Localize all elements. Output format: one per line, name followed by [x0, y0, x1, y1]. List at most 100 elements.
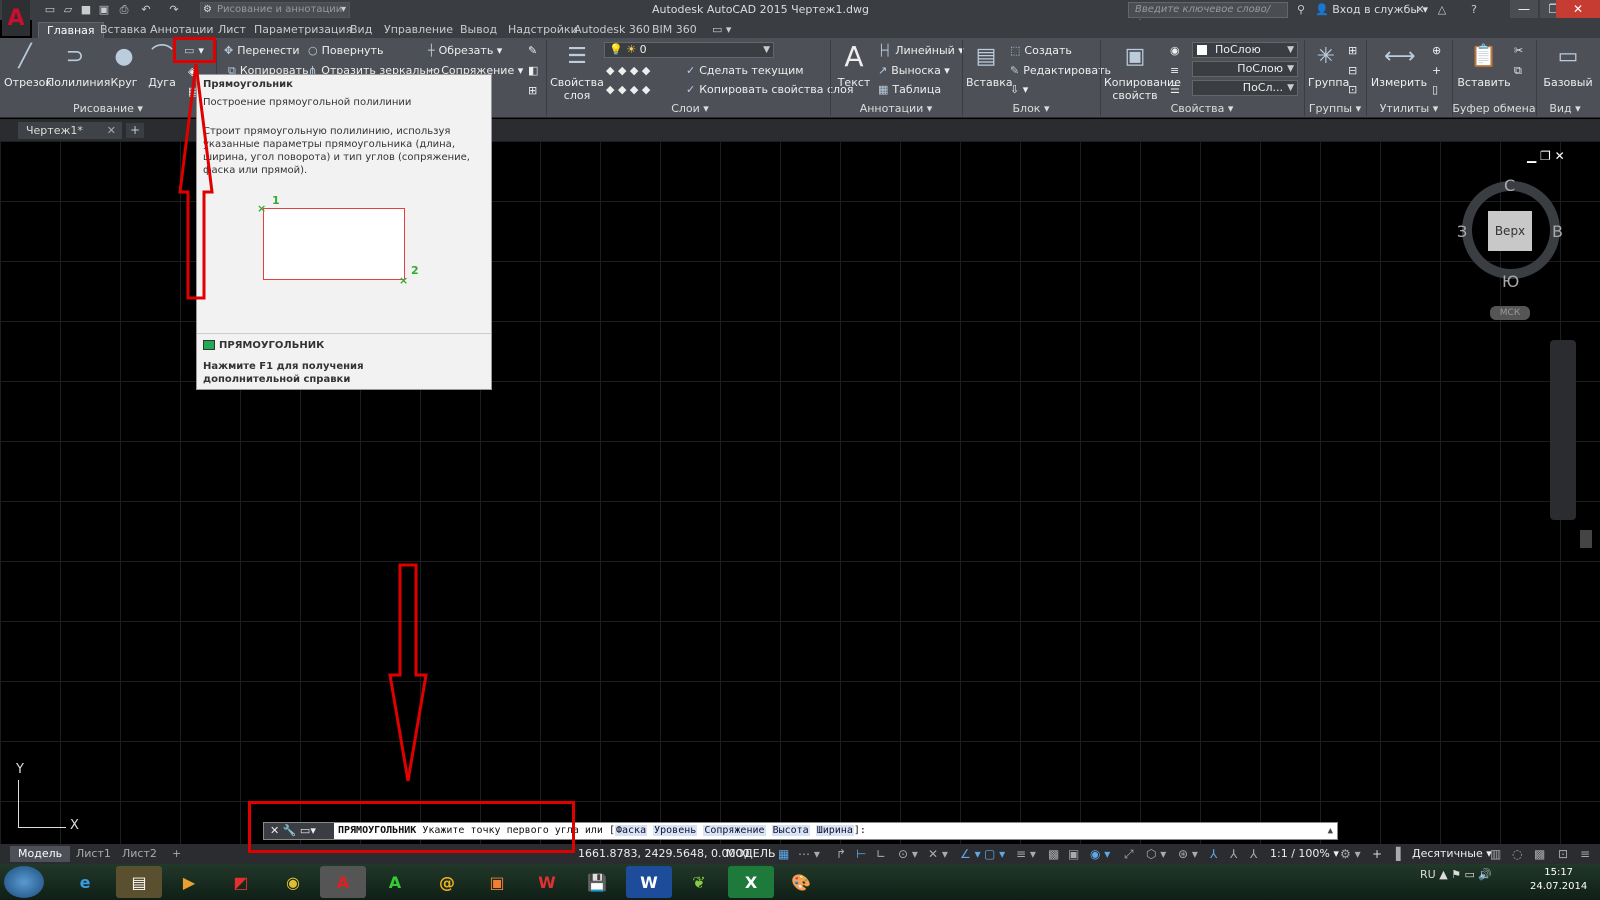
media-player-icon[interactable]: ▶ [166, 866, 212, 898]
lineweight-toggle-icon[interactable]: ≡ ▾ [1016, 847, 1036, 861]
open-file-icon[interactable]: ▱ [60, 2, 76, 18]
linear-dim-button[interactable]: ├┤ Линейный ▾ [878, 43, 964, 59]
ribbon-display-toggle[interactable]: ▭ ▾ [704, 22, 739, 38]
viewcube-west[interactable]: З [1457, 222, 1467, 241]
coordinates-readout[interactable]: 1661.8783, 2429.5648, 0.0000 [578, 847, 749, 860]
redo-icon[interactable]: ↷ [166, 2, 182, 18]
close-button[interactable]: ✕ [1556, 0, 1600, 18]
snap-icon[interactable]: ⋯ ▾ [798, 847, 820, 861]
group-button[interactable]: ✳ Группа [1308, 42, 1349, 89]
close-icon[interactable]: ✕ [107, 122, 116, 139]
trim-button[interactable]: ┼ Обрезать ▾ [428, 43, 502, 59]
hardware-acceleration-icon[interactable]: ▩ [1534, 847, 1545, 861]
scrollbar-thumb[interactable] [1580, 530, 1592, 548]
customization-icon[interactable]: ≡ [1580, 847, 1590, 861]
option-chamfer[interactable]: Фаска [614, 825, 648, 836]
block-panel-title[interactable]: Блок ▾ [962, 102, 1100, 116]
match-layer-button[interactable]: ✓ Копировать свойства слоя [686, 82, 853, 98]
viewport-controls[interactable]: ▁ ❐ ✕ [1527, 149, 1565, 163]
layout-tab-sheet1[interactable]: Лист1 [68, 846, 119, 862]
cut-icon[interactable]: ✂ [1514, 43, 1523, 59]
app-icon-wps[interactable]: W [524, 866, 570, 898]
copy-clip-icon[interactable]: ⧉ [1514, 63, 1522, 79]
ungroup-icon[interactable]: ⊞ [1348, 43, 1357, 59]
infer-icon[interactable]: ↱ [836, 847, 846, 861]
lineweight-dropdown[interactable]: ПоСл... ▼ [1192, 80, 1298, 96]
clean-screen-icon[interactable]: ⊡ [1558, 847, 1568, 861]
floppy-icon[interactable]: 💾 [574, 866, 620, 898]
isodraft-icon[interactable]: ✕ ▾ [928, 847, 948, 861]
layer-tools-icons[interactable]: ◆ ◆ ◆ ◆ [606, 63, 650, 79]
layout-tab-sheet2[interactable]: Лист2 [114, 846, 165, 862]
make-current-button[interactable]: ✓ Сделать текущим [686, 63, 804, 79]
annotation-scale-icon[interactable]: ⅄ [1250, 847, 1257, 861]
utility-icon-2[interactable]: + [1432, 63, 1441, 79]
new-file-icon[interactable]: ▭ [42, 2, 58, 18]
model-space-toggle[interactable]: МОДЕЛЬ [726, 847, 776, 860]
tab-bim360[interactable]: BIM 360 [644, 22, 705, 38]
navigation-bar[interactable] [1550, 340, 1576, 520]
utility-icon-1[interactable]: ⊕ [1432, 43, 1441, 59]
clock[interactable]: 15:17 24.07.2014 [1530, 866, 1587, 894]
circle-button[interactable]: ● Круг [108, 42, 140, 89]
binoculars-icon[interactable]: ⚲ [1293, 2, 1309, 18]
print-icon[interactable]: ⎙ [116, 2, 132, 18]
auto-scale-icon[interactable]: ⅄ [1230, 847, 1237, 861]
mail-icon[interactable]: @ [424, 866, 470, 898]
groups-panel-title[interactable]: Группы ▾ [1304, 102, 1366, 116]
linetype-dropdown[interactable]: ПоСлою ▼ [1192, 61, 1298, 77]
dynamic-ucs-icon[interactable]: ⤢ [1124, 847, 1134, 862]
ortho-icon[interactable]: ∟ [876, 847, 886, 861]
layout-tab-model[interactable]: Модель [10, 846, 71, 862]
grid-icon[interactable]: ▦ [778, 847, 789, 861]
measure-button[interactable]: ⟷ Измерить [1370, 42, 1428, 89]
layer-tools-icons-2[interactable]: ◆ ◆ ◆ ◆ [606, 82, 650, 98]
help-search-input[interactable]: Введите ключевое слово/фразу [1128, 2, 1288, 29]
3d-osnap-icon[interactable]: ◉ ▾ [1090, 847, 1110, 861]
a360-icon[interactable]: △ [1434, 2, 1450, 18]
wcs-menu[interactable]: МСК [1490, 306, 1530, 320]
group-select-icon[interactable]: ⊡ [1348, 82, 1357, 98]
selection-filter-icon[interactable]: ⬡ ▾ [1146, 847, 1166, 861]
layer-dropdown[interactable]: 💡 ☀ 0 ▼ [604, 42, 774, 58]
tab-output[interactable]: Вывод [452, 22, 505, 38]
application-menu-button[interactable]: A [2, 0, 30, 36]
autocad-taskbar-icon[interactable]: A [320, 866, 366, 898]
ie-icon[interactable]: e [62, 866, 108, 898]
object-snap-icon[interactable]: ▢ ▾ [984, 847, 1005, 861]
new-tab-button[interactable]: + [126, 123, 144, 138]
viewcube-south[interactable]: Ю [1502, 272, 1519, 291]
tab-view[interactable]: Вид [342, 22, 380, 38]
viewcube-north[interactable]: С [1504, 176, 1515, 195]
layer-properties-button[interactable]: ☰ Свойства слоя [550, 42, 604, 102]
annotation-scale-dropdown[interactable]: 1:1 / 100% ▾ [1270, 847, 1339, 860]
match-properties-button[interactable]: ▣ Копирование свойств [1104, 42, 1181, 102]
polar-icon[interactable]: ⊙ ▾ [898, 847, 918, 861]
tab-manage[interactable]: Управление [376, 22, 461, 38]
properties-panel-title[interactable]: Свойства ▾ [1100, 102, 1304, 116]
paint-icon[interactable]: 🎨 [778, 866, 824, 898]
save-as-icon[interactable]: ▣ [96, 2, 112, 18]
base-view-button[interactable]: ▭ Базовый [1540, 42, 1596, 89]
system-tray[interactable]: RU ▲ ⚑ ▭ 🔊 [1420, 868, 1492, 881]
workspace-switch-icon[interactable]: ⚙ ▾ [1340, 847, 1361, 861]
polyline-button[interactable]: ⊃ Полилиния [46, 42, 110, 89]
add-layout-button[interactable]: + [164, 846, 189, 862]
selection-cycling-icon[interactable]: ▣ [1068, 847, 1079, 861]
option-thickness[interactable]: Высота [771, 825, 810, 836]
table-button[interactable]: ▦ Таблица [878, 82, 941, 98]
utilities-panel-title[interactable]: Утилиты ▾ [1366, 102, 1452, 116]
minimize-button[interactable]: — [1510, 0, 1538, 18]
annotation-monitor-icon[interactable]: + [1372, 847, 1382, 861]
paste-button[interactable]: 📋 Вставить [1456, 42, 1512, 89]
word-icon[interactable]: W [626, 866, 672, 898]
text-button[interactable]: A Текст [836, 42, 872, 90]
stretch-icon[interactable]: ◧ [528, 63, 538, 79]
chevron-up-icon[interactable]: ▲ [1328, 823, 1333, 839]
exchange-icon[interactable]: ✕ [1412, 2, 1428, 18]
create-block-button[interactable]: ⬚ Создать [1010, 43, 1072, 59]
edit-block-button[interactable]: ✎ Редактировать [1010, 63, 1111, 79]
chrome-icon[interactable]: ◉ [270, 866, 316, 898]
quick-properties-icon[interactable]: ▥ [1490, 847, 1501, 861]
app-icon-red[interactable]: ◩ [218, 866, 264, 898]
